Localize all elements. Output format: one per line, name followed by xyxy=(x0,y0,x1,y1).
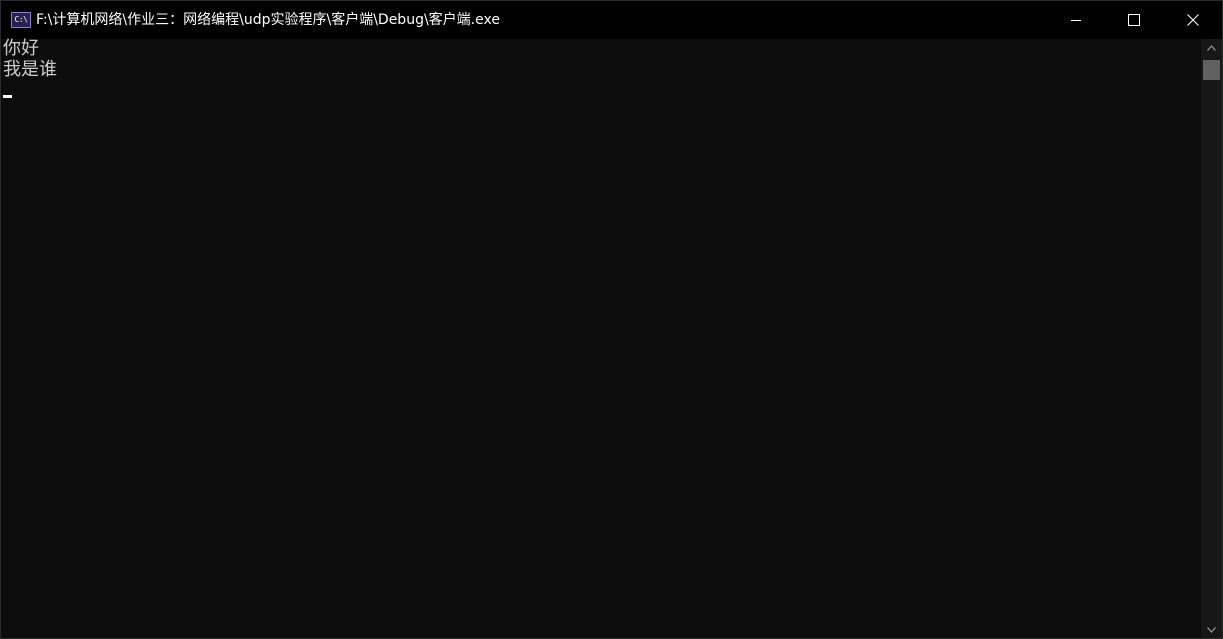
chevron-up-icon xyxy=(1207,44,1216,51)
console-output[interactable]: 你好 我是谁 xyxy=(1,38,1201,638)
maximize-button[interactable] xyxy=(1105,1,1163,39)
window-title: F:\计算机网络\作业三：网络编程\udp实验程序\客户端\Debug\客户端.… xyxy=(36,12,500,28)
console-line: 你好 xyxy=(3,38,39,59)
scroll-down-button[interactable] xyxy=(1201,621,1222,638)
title-bar[interactable]: C:\ F:\计算机网络\作业三：网络编程\udp实验程序\客户端\Debug\… xyxy=(1,1,1222,39)
text-cursor xyxy=(3,95,12,98)
minimize-button[interactable] xyxy=(1047,1,1105,39)
minimize-icon xyxy=(1071,20,1081,21)
vertical-scrollbar[interactable] xyxy=(1201,39,1222,638)
console-line: 我是谁 xyxy=(3,59,57,80)
close-icon xyxy=(1187,14,1199,26)
scroll-up-button[interactable] xyxy=(1201,39,1222,56)
console-app-icon[interactable]: C:\ xyxy=(11,12,31,28)
scroll-thumb[interactable] xyxy=(1203,60,1220,80)
console-window: C:\ F:\计算机网络\作业三：网络编程\udp实验程序\客户端\Debug\… xyxy=(0,0,1223,639)
close-button[interactable] xyxy=(1164,1,1222,39)
maximize-icon xyxy=(1128,14,1140,26)
chevron-down-icon xyxy=(1207,626,1216,633)
